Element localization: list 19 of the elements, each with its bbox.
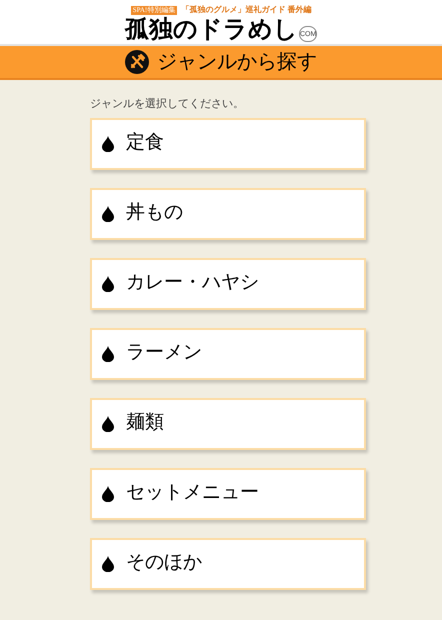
genre-button[interactable]: そのほか xyxy=(90,538,366,590)
genre-button[interactable]: ラーメン xyxy=(90,328,366,380)
drop-icon xyxy=(102,416,114,432)
drop-icon xyxy=(102,346,114,362)
tagline: 「孤独のグルメ」巡礼ガイド 番外編 xyxy=(181,5,312,15)
genre-button[interactable]: カレー・ハヤシ xyxy=(90,258,366,310)
genre-button[interactable]: 丼もの xyxy=(90,188,366,240)
section-title: ジャンルから探す xyxy=(157,50,317,75)
drop-icon xyxy=(102,486,114,502)
genre-button[interactable]: 麺類 xyxy=(90,398,366,450)
drop-icon xyxy=(102,556,114,572)
fork-knife-icon xyxy=(125,50,149,74)
drop-icon xyxy=(102,136,114,152)
genre-button[interactable]: セットメニュー xyxy=(90,468,366,520)
genre-button[interactable]: 定食 xyxy=(90,118,366,170)
instruction-text: ジャンルを選択してください。 xyxy=(90,97,245,112)
site-logo: 孤独のドラめし xyxy=(125,16,298,44)
drop-icon xyxy=(102,206,114,222)
drop-icon xyxy=(102,276,114,292)
